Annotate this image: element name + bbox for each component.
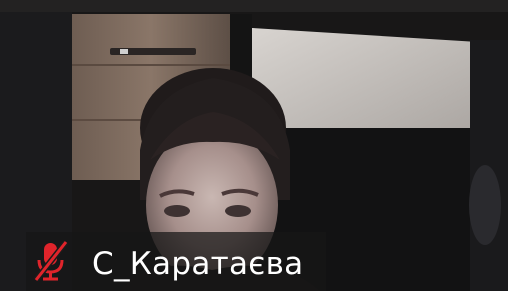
participant-name: С_Каратаєва bbox=[92, 246, 304, 282]
participant-video-tile[interactable]: С_Каратаєва bbox=[0, 0, 508, 291]
microphone-muted-icon bbox=[33, 240, 69, 282]
